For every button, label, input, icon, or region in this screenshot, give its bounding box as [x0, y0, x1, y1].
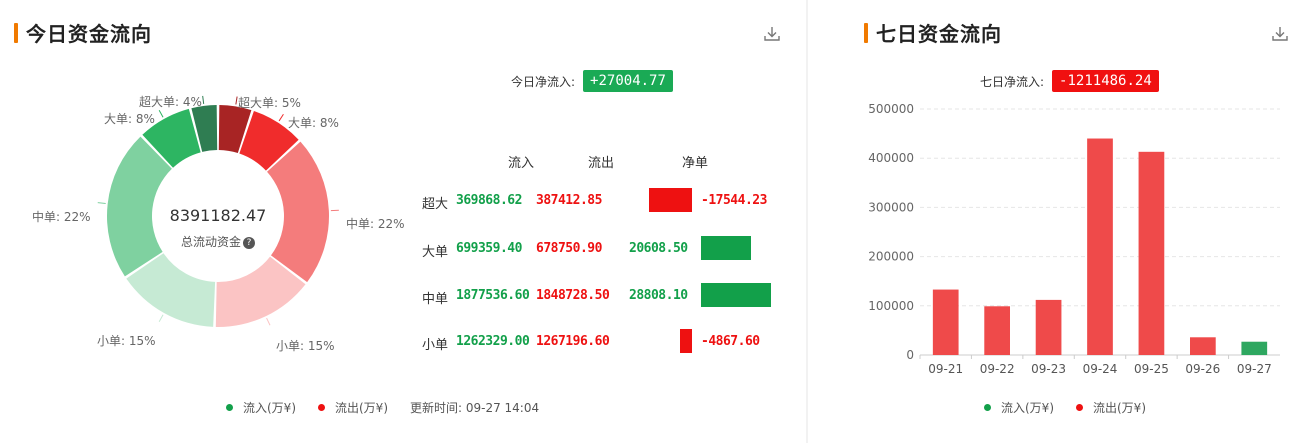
segment-leader-line	[266, 317, 271, 326]
inflow-dot-icon	[984, 404, 991, 411]
row-label: 超大	[422, 197, 449, 212]
segment-leader-line	[235, 96, 238, 105]
net-value: 28808.10	[629, 288, 688, 303]
inflow-value: 1262329.00	[456, 334, 530, 349]
bar-09-21[interactable]	[932, 289, 959, 355]
segment-leader-line	[158, 314, 164, 322]
today-net-value: +27004.77	[583, 70, 673, 92]
y-tick-label: 100000	[868, 299, 914, 313]
net-value: -17544.23	[701, 193, 767, 208]
bar-09-23[interactable]	[1035, 299, 1062, 355]
bar-09-26[interactable]	[1190, 337, 1216, 355]
y-tick-label: 0	[906, 348, 914, 362]
inflow-value: 699359.40	[456, 241, 522, 256]
row-label: 大单	[422, 245, 449, 260]
x-tick-label: 09-26	[1185, 362, 1220, 376]
seven-title: 七日资金流向	[864, 18, 1002, 47]
net-value: -4867.60	[701, 334, 760, 349]
seven-day-fund-flow-panel: 七日资金流向 七日净流入: -1211486.24 0 100000 200000 3…	[808, 0, 1297, 443]
legend-inflow[interactable]: 流入(万¥)	[984, 399, 1054, 416]
title-accent-bar	[14, 22, 18, 43]
update-time: 更新时间: 09-27 14:04	[410, 401, 540, 415]
outflow-value: 1848728.50	[536, 288, 610, 303]
today-fund-flow-panel: 今日资金流向 今日净流入: +27004.77 8391182.47 总流动资金…	[0, 0, 806, 443]
segment-leader-line	[202, 95, 205, 104]
bar-09-27[interactable]	[1241, 341, 1268, 355]
outflow-value: 678750.90	[536, 241, 602, 256]
header-inflow: 流入	[508, 156, 535, 171]
donut-segment-label: 中单: 22%	[346, 217, 405, 231]
outflow-value: 387412.85	[536, 193, 602, 208]
today-title: 今日资金流向	[14, 18, 152, 47]
x-tick-label: 09-27	[1237, 362, 1272, 376]
donut-segment-label: 超大单: 5%	[238, 96, 301, 110]
donut-segment-label: 超大单: 4%	[139, 95, 202, 109]
x-tick-label: 09-23	[1031, 362, 1066, 376]
donut-segment-label: 小单: 15%	[276, 339, 335, 353]
inflow-value: 369868.62	[456, 193, 522, 208]
seven-net-inflow: 七日净流入: -1211486.24	[980, 70, 1159, 92]
header-outflow: 流出	[588, 156, 615, 171]
x-tick-label: 09-22	[980, 362, 1015, 376]
net-bar	[680, 329, 692, 353]
bar-09-24[interactable]	[1087, 138, 1113, 355]
bar-09-25[interactable]	[1138, 151, 1165, 355]
inflow-dot-icon	[226, 404, 233, 411]
outflow-dot-icon	[318, 404, 325, 411]
outflow-value: 1267196.60	[536, 334, 610, 349]
row-label: 中单	[422, 292, 449, 307]
today-net-inflow: 今日净流入: +27004.77	[511, 70, 673, 92]
total-fund-value: 8391182.47	[169, 206, 267, 225]
net-value: 20608.50	[629, 241, 688, 256]
y-tick-label: 300000	[868, 200, 914, 214]
donut-segment-label: 中单: 22%	[32, 210, 91, 224]
today-net-label: 今日净流入:	[511, 74, 576, 89]
download-icon[interactable]	[1270, 24, 1290, 44]
y-tick-label: 500000	[868, 102, 914, 116]
x-tick-label: 09-25	[1134, 362, 1169, 376]
total-fund-label: 总流动资金?	[168, 233, 268, 250]
donut-segment-label: 大单: 8%	[104, 112, 155, 126]
seven-legend: 流入(万¥) 流出(万¥)	[984, 399, 1168, 416]
net-bar	[701, 236, 752, 260]
seven-net-label: 七日净流入:	[980, 74, 1045, 89]
y-tick-label: 400000	[868, 151, 914, 165]
legend-outflow[interactable]: 流出(万¥)	[1076, 399, 1146, 416]
today-legend: 流入(万¥) 流出(万¥) 更新时间: 09-27 14:04	[226, 399, 539, 416]
help-icon[interactable]: ?	[243, 236, 255, 249]
today-title-text: 今日资金流向	[26, 22, 152, 46]
segment-leader-line	[278, 113, 284, 122]
x-tick-label: 09-21	[928, 362, 963, 376]
segment-leader-line	[97, 202, 106, 204]
y-tick-label: 200000	[868, 250, 914, 264]
inflow-value: 1877536.60	[456, 288, 530, 303]
legend-outflow[interactable]: 流出(万¥)	[318, 399, 388, 416]
seven-title-text: 七日资金流向	[876, 22, 1002, 46]
donut-segment-label: 大单: 8%	[288, 116, 339, 130]
segment-leader-line	[158, 110, 164, 118]
seven-day-bar-chart: 0 100000 200000 300000 400000 500000 09-21 09-2…	[868, 102, 1280, 376]
header-net: 净单	[682, 156, 709, 171]
title-accent-bar	[864, 22, 868, 43]
seven-net-value: -1211486.24	[1052, 70, 1159, 92]
bar-09-22[interactable]	[984, 306, 1010, 355]
donut-segment-label: 小单: 15%	[97, 334, 156, 348]
net-bar	[701, 283, 771, 307]
donut-segment[interactable]	[267, 141, 329, 283]
x-tick-label: 09-24	[1083, 362, 1118, 376]
outflow-dot-icon	[1076, 404, 1083, 411]
row-label: 小单	[422, 338, 449, 353]
legend-inflow[interactable]: 流入(万¥)	[226, 399, 296, 416]
download-icon[interactable]	[762, 24, 782, 44]
net-bar	[649, 188, 692, 212]
